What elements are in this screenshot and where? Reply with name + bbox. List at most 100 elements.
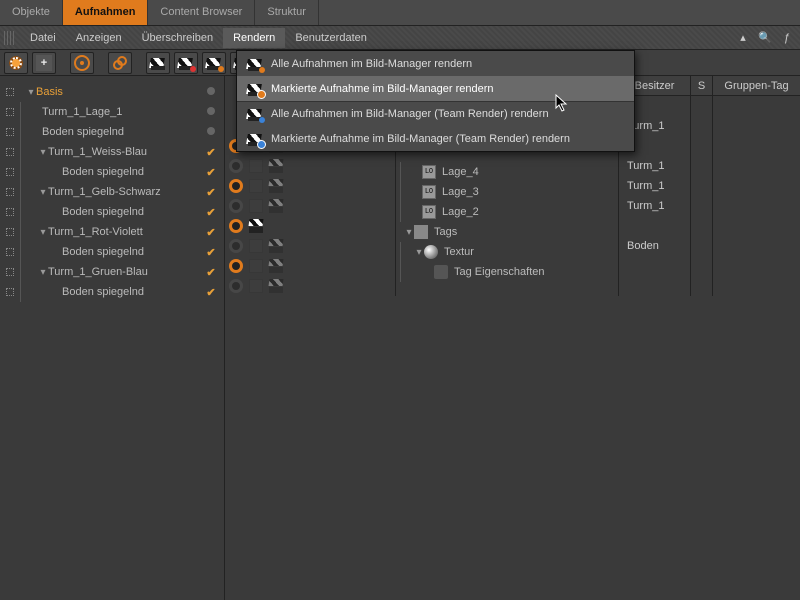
drag-handle-icon[interactable] (4, 31, 14, 45)
selection-marker-icon[interactable] (4, 226, 16, 238)
gear-icon[interactable] (229, 279, 243, 293)
node-label[interactable]: Turm_1_Weiss-Blau (48, 146, 147, 158)
node-label[interactable]: Textur (444, 246, 474, 258)
node-label[interactable]: Lage_3 (442, 186, 479, 198)
menu-rendern[interactable]: Rendern (223, 28, 285, 48)
camera-icon[interactable] (249, 239, 263, 253)
tab-aufnahmen[interactable]: Aufnahmen (63, 0, 149, 25)
gear-icon[interactable] (229, 219, 243, 233)
node-label[interactable]: Tags (434, 226, 457, 238)
selection-marker-icon[interactable] (4, 186, 16, 198)
tree-row-boden-5[interactable]: Boden spiegelnd ✔ (0, 282, 224, 302)
selection-marker-icon[interactable] (4, 246, 16, 258)
menu-datei[interactable]: Datei (20, 28, 66, 48)
rtree-row[interactable]: Lage_4 (396, 162, 618, 182)
selection-marker-icon[interactable] (4, 166, 16, 178)
col-header-gruppentag[interactable]: Gruppen-Tag (713, 76, 800, 96)
link-button[interactable] (108, 52, 132, 74)
tree-row-boden-3[interactable]: Boden spiegelnd ✔ (0, 202, 224, 222)
selection-marker-icon[interactable] (4, 266, 16, 278)
rtree-row-tageig[interactable]: Tag Eigenschaften (396, 262, 618, 282)
clapper-icon[interactable] (269, 199, 283, 213)
tree-row-lage1[interactable]: Turm_1_Lage_1 (0, 102, 224, 122)
rtree-row-textur[interactable]: ▾ Textur (396, 242, 618, 262)
tab-struktur[interactable]: Struktur (255, 0, 319, 25)
clapper-icon[interactable] (269, 259, 283, 273)
node-label[interactable]: Boden spiegelnd (62, 286, 144, 298)
selection-marker-icon[interactable] (4, 106, 16, 118)
film-reel-button[interactable] (4, 52, 28, 74)
render-clap-red-button[interactable] (174, 52, 198, 74)
status-dot-icon[interactable] (204, 106, 218, 118)
tree-row-basis[interactable]: ▾ Basis (0, 82, 224, 102)
node-label[interactable]: Boden spiegelnd (62, 206, 144, 218)
up-arrow-icon[interactable]: ▴ (734, 29, 752, 47)
col-header-s[interactable]: S (691, 76, 712, 96)
add-button[interactable] (32, 52, 56, 74)
gear-icon[interactable] (229, 179, 243, 193)
collapse-toggle[interactable]: ▾ (38, 227, 48, 238)
node-label[interactable]: Lage_2 (442, 206, 479, 218)
collapse-toggle[interactable]: ▾ (38, 267, 48, 278)
tree-row-rotviolett[interactable]: ▾ Turm_1_Rot-Violett ✔ (0, 222, 224, 242)
collapse-toggle[interactable]: ▾ (414, 247, 424, 258)
tree-row-boden-2[interactable]: Boden spiegelnd ✔ (0, 162, 224, 182)
function-icon[interactable]: ƒ (778, 29, 796, 47)
collapse-toggle[interactable]: ▾ (38, 187, 48, 198)
node-label[interactable]: Turm_1_Gruen-Blau (48, 266, 148, 278)
menu-anzeigen[interactable]: Anzeigen (66, 28, 132, 48)
dd-render-all[interactable]: Alle Aufnahmen im Bild-Manager rendern (237, 51, 634, 76)
gear-icon[interactable] (229, 259, 243, 273)
camera-icon[interactable] (249, 259, 263, 273)
dd-render-selected-team[interactable]: Markierte Aufnahme im Bild-Manager (Team… (237, 126, 634, 151)
rtree-row[interactable]: Lage_3 (396, 182, 618, 202)
node-label[interactable]: Turm_1_Gelb-Schwarz (48, 186, 161, 198)
tab-content-browser[interactable]: Content Browser (148, 0, 255, 25)
render-clap-1-button[interactable] (146, 52, 170, 74)
node-label[interactable]: Lage_4 (442, 166, 479, 178)
gear-icon[interactable] (229, 199, 243, 213)
camera-icon[interactable] (249, 159, 263, 173)
tab-objekte[interactable]: Objekte (0, 0, 63, 25)
status-check-icon[interactable]: ✔ (204, 166, 218, 179)
tree-row-gruenblau[interactable]: ▾ Turm_1_Gruen-Blau ✔ (0, 262, 224, 282)
camera-icon[interactable] (249, 199, 263, 213)
selection-marker-icon[interactable] (4, 86, 16, 98)
clapper-icon[interactable] (269, 279, 283, 293)
status-check-icon[interactable]: ✔ (204, 286, 218, 299)
node-label[interactable]: Turm_1_Rot-Violett (48, 226, 143, 238)
node-label[interactable]: Boden spiegelnd (62, 166, 144, 178)
rtree-row[interactable]: Lage_2 (396, 202, 618, 222)
menu-ueberschreiben[interactable]: Überschreiben (132, 28, 224, 48)
camera-icon[interactable] (249, 279, 263, 293)
clapper-icon[interactable] (269, 159, 283, 173)
rtree-row-tags[interactable]: ▾ Tags (396, 222, 618, 242)
selection-marker-icon[interactable] (4, 286, 16, 298)
node-label[interactable]: Tag Eigenschaften (454, 266, 545, 278)
gear-icon[interactable] (229, 159, 243, 173)
node-label[interactable]: Turm_1_Lage_1 (42, 106, 122, 118)
menu-benutzerdaten[interactable]: Benutzerdaten (285, 28, 377, 48)
node-label[interactable]: Boden spiegelnd (42, 126, 124, 138)
status-check-icon[interactable]: ✔ (204, 146, 218, 159)
collapse-toggle[interactable]: ▾ (26, 87, 36, 98)
status-check-icon[interactable]: ✔ (204, 186, 218, 199)
clapper-icon[interactable] (249, 219, 263, 233)
dd-render-all-team[interactable]: Alle Aufnahmen im Bild-Manager (Team Ren… (237, 101, 634, 126)
gear-icon[interactable] (229, 239, 243, 253)
status-check-icon[interactable]: ✔ (204, 266, 218, 279)
node-label[interactable]: Boden spiegelnd (62, 246, 144, 258)
status-check-icon[interactable]: ✔ (204, 226, 218, 239)
collapse-toggle[interactable]: ▾ (404, 227, 414, 238)
status-dot-icon[interactable] (204, 86, 218, 98)
selection-marker-icon[interactable] (4, 126, 16, 138)
clapper-icon[interactable] (269, 179, 283, 193)
tree-row-boden-1[interactable]: Boden spiegelnd (0, 122, 224, 142)
tree-row-boden-4[interactable]: Boden spiegelnd ✔ (0, 242, 224, 262)
status-check-icon[interactable]: ✔ (204, 246, 218, 259)
target-button[interactable] (70, 52, 94, 74)
render-clap-orange-button[interactable] (202, 52, 226, 74)
tree-row-gelbschwarz[interactable]: ▾ Turm_1_Gelb-Schwarz ✔ (0, 182, 224, 202)
camera-icon[interactable] (249, 179, 263, 193)
status-dot-icon[interactable] (204, 126, 218, 138)
